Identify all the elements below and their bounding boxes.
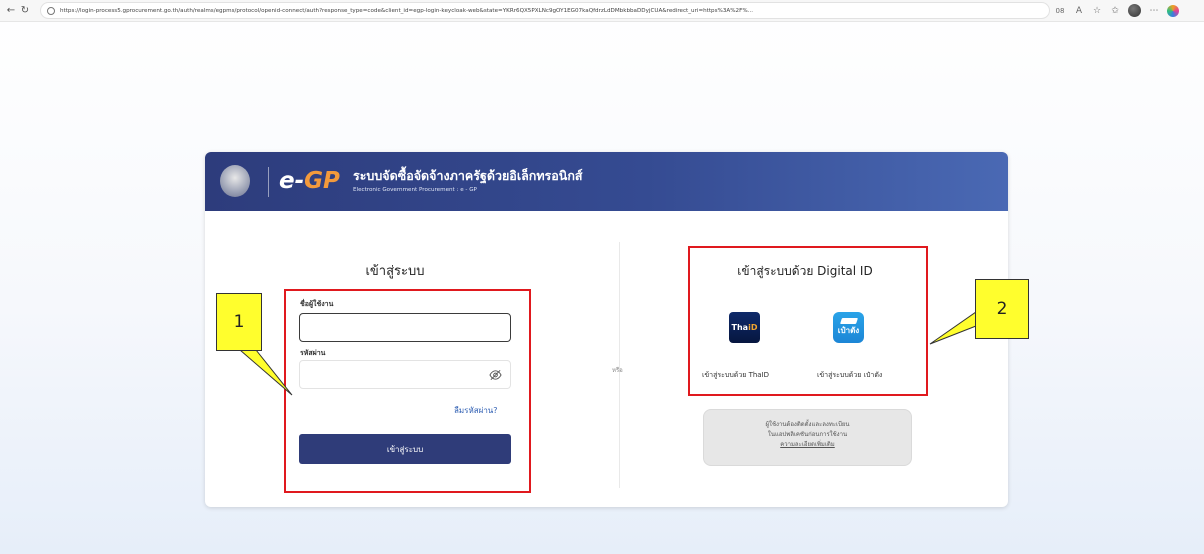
callout-2: 2 bbox=[975, 279, 1029, 339]
callout-2-pointer bbox=[929, 311, 977, 345]
callout-1: 1 bbox=[216, 293, 262, 351]
callout-pointers bbox=[238, 311, 977, 396]
callout-1-pointer bbox=[238, 349, 293, 396]
